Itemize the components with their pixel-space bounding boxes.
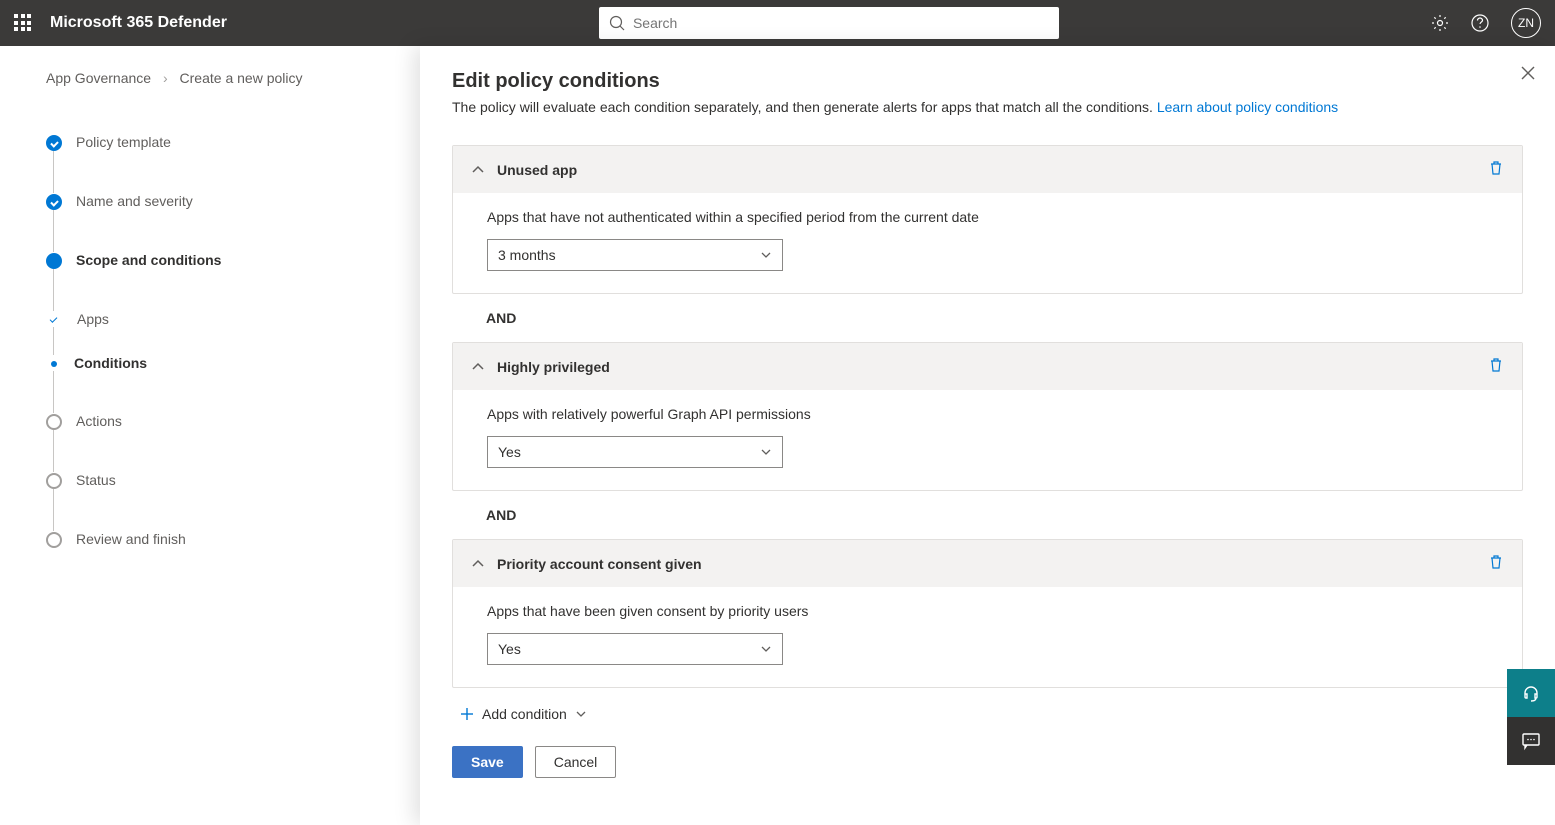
- delete-icon[interactable]: [1488, 357, 1504, 376]
- chevron-down-icon: [760, 249, 772, 261]
- search-input[interactable]: [633, 15, 1049, 31]
- help-icon[interactable]: [1471, 14, 1489, 32]
- breadcrumb-root[interactable]: App Governance: [46, 70, 151, 86]
- condition-desc: Apps that have not authenticated within …: [487, 209, 1488, 225]
- chevron-down-icon: [760, 643, 772, 655]
- privileged-select[interactable]: Yes: [487, 436, 783, 468]
- condition-highly-privileged: Highly privileged Apps with relatively p…: [452, 342, 1523, 491]
- avatar[interactable]: ZN: [1511, 8, 1541, 38]
- plus-icon: [460, 707, 474, 721]
- step-conditions[interactable]: Conditions: [46, 355, 404, 371]
- condition-desc: Apps that have been given consent by pri…: [487, 603, 1488, 619]
- save-button[interactable]: Save: [452, 746, 523, 778]
- condition-desc: Apps with relatively powerful Graph API …: [487, 406, 1488, 422]
- add-condition-button[interactable]: Add condition: [452, 706, 1523, 722]
- chevron-up-icon: [471, 360, 485, 374]
- step-name-severity[interactable]: Name and severity: [46, 193, 404, 210]
- app-launcher-icon[interactable]: [14, 14, 32, 32]
- feedback-icon[interactable]: [1507, 717, 1555, 765]
- step-apps[interactable]: Apps: [46, 311, 404, 327]
- consent-select[interactable]: Yes: [487, 633, 783, 665]
- headset-icon[interactable]: [1507, 669, 1555, 717]
- and-label: AND: [486, 310, 1523, 326]
- step-status[interactable]: Status: [46, 472, 404, 489]
- chevron-up-icon: [471, 163, 485, 177]
- chevron-up-icon: [471, 557, 485, 571]
- step-policy-template[interactable]: Policy template: [46, 134, 404, 151]
- condition-unused-app: Unused app Apps that have not authentica…: [452, 145, 1523, 294]
- wizard-sidebar: App Governance › Create a new policy Pol…: [0, 46, 420, 825]
- condition-priority-consent: Priority account consent given Apps that…: [452, 539, 1523, 688]
- step-review[interactable]: Review and finish: [46, 531, 404, 548]
- period-select[interactable]: 3 months: [487, 239, 783, 271]
- breadcrumb-current: Create a new policy: [180, 70, 303, 86]
- chevron-right-icon: ›: [163, 70, 168, 86]
- panel-title: Edit policy conditions: [452, 70, 1523, 93]
- condition-header[interactable]: Priority account consent given: [453, 540, 1522, 587]
- app-header: Microsoft 365 Defender ZN: [0, 0, 1555, 46]
- step-scope-conditions[interactable]: Scope and conditions: [46, 252, 404, 269]
- step-actions[interactable]: Actions: [46, 413, 404, 430]
- condition-header[interactable]: Unused app: [453, 146, 1522, 193]
- brand-title: Microsoft 365 Defender: [50, 14, 227, 32]
- cancel-button[interactable]: Cancel: [535, 746, 617, 778]
- and-label: AND: [486, 507, 1523, 523]
- chevron-down-icon: [760, 446, 772, 458]
- chevron-down-icon: [575, 708, 587, 720]
- delete-icon[interactable]: [1488, 554, 1504, 573]
- edit-conditions-panel: Edit policy conditions The policy will e…: [420, 46, 1555, 825]
- search-box[interactable]: [599, 7, 1059, 39]
- delete-icon[interactable]: [1488, 160, 1504, 179]
- panel-subtitle: The policy will evaluate each condition …: [452, 99, 1523, 115]
- condition-header[interactable]: Highly privileged: [453, 343, 1522, 390]
- close-icon[interactable]: [1521, 66, 1535, 83]
- learn-link[interactable]: Learn about policy conditions: [1157, 99, 1338, 115]
- search-icon: [609, 15, 625, 31]
- settings-icon[interactable]: [1431, 14, 1449, 32]
- breadcrumb: App Governance › Create a new policy: [46, 70, 404, 86]
